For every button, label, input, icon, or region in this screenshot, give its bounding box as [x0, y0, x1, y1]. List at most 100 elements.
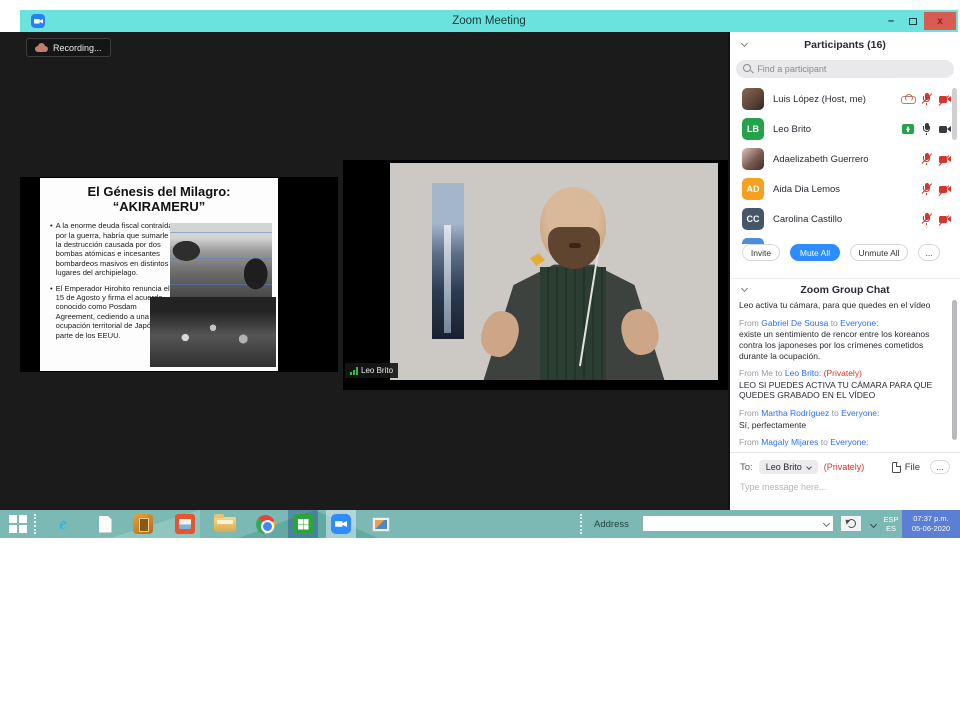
internet-explorer-icon: e [59, 514, 67, 534]
bullet-marker: • [50, 284, 53, 340]
chat-more-button[interactable]: ... [930, 460, 950, 474]
screen: Zoom Meeting – x Recording... El Génesis… [0, 0, 960, 720]
chat-message-list[interactable]: Leo activa tu cámara, para que quedes en… [739, 300, 944, 448]
chat-composer: To: Leo Brito (Privately) File ... Type … [730, 452, 960, 510]
chrome-button[interactable] [250, 510, 280, 538]
message-body: Sí, perfectamente [739, 420, 944, 431]
meeting-stage: Recording... El Génesis del Milagro: “AK… [0, 32, 728, 510]
chevron-down-icon [869, 520, 876, 527]
sender-name: Magaly Mijares [761, 437, 818, 447]
recipient-selector[interactable]: Leo Brito [759, 460, 818, 474]
from-word: From [739, 408, 759, 418]
bullet-marker: • [50, 221, 53, 277]
message-body: existe un sentimiento de rencor entre lo… [739, 329, 944, 361]
from-word: From [739, 318, 759, 328]
speaker-shirt [540, 267, 606, 380]
participants-actions: Invite Mute All Unmute All ... [730, 244, 960, 264]
video-off-icon [939, 185, 951, 194]
participant-status-icons [902, 123, 951, 135]
address-go-button[interactable] [840, 515, 862, 532]
unmute-all-button[interactable]: Unmute All [850, 244, 908, 261]
message-meta: From Gabriel De Sousa to Everyone: [739, 318, 944, 329]
mic-muted-icon [922, 183, 931, 195]
presentation-slide: El Génesis del Milagro: “AKIRAMERU” • A … [40, 178, 278, 371]
participants-more-button[interactable]: ... [918, 244, 940, 261]
participant-row[interactable]: Luis López (Host, me) [730, 84, 960, 114]
participant-row[interactable]: LB Leo Brito [730, 114, 960, 144]
internet-explorer-button[interactable]: e [48, 510, 78, 538]
windows-store-button[interactable] [288, 510, 318, 538]
search-input[interactable] [757, 64, 947, 74]
address-toolbar-grip[interactable] [580, 514, 588, 534]
slide-title-line2: “AKIRAMERU” [40, 200, 278, 215]
address-input[interactable] [643, 519, 833, 534]
empire-state-poster [432, 183, 464, 339]
message-meta: From Me to Leo Brito: (Privately) [739, 368, 944, 379]
message-input[interactable]: Type message here... [730, 474, 960, 492]
office-app-button[interactable] [128, 510, 158, 538]
start-button[interactable] [4, 510, 32, 538]
participant-search[interactable] [736, 60, 954, 78]
participant-row[interactable]: Adaelizabeth Guerrero [730, 144, 960, 174]
address-bar[interactable] [642, 515, 834, 532]
folder-icon [214, 517, 236, 532]
minimize-button[interactable]: – [880, 15, 902, 27]
screen-share-icon [902, 124, 914, 134]
mic-muted-icon [922, 153, 931, 165]
message-meta: From Martha Rodríguez to Everyone: [739, 408, 944, 419]
taskbar-clock[interactable]: 07:37 p.m. 05-06-2020 [902, 510, 960, 538]
photos-icon [372, 517, 390, 532]
chat-title: Zoom Group Chat [730, 284, 960, 296]
maximize-button[interactable] [902, 18, 924, 25]
message-meta: From Magaly Mijares to Everyone: [739, 437, 944, 448]
toolbar-overflow-button[interactable] [868, 510, 878, 538]
maximize-icon [909, 18, 917, 25]
chat-scrollbar[interactable] [952, 300, 957, 440]
taskbar-grip[interactable] [34, 514, 42, 534]
speaker-beard [548, 227, 600, 269]
recipient-name: Leo Brito: [785, 368, 821, 378]
participant-status-icons [922, 153, 951, 165]
notepad-button[interactable] [90, 510, 120, 538]
file-button[interactable]: File [892, 462, 920, 473]
slide-photo-kneeling-crowd [150, 297, 276, 367]
language-code-short: ES [886, 524, 896, 533]
close-button[interactable]: x [924, 12, 956, 30]
participants-scrollbar[interactable] [952, 88, 957, 140]
participant-name: Aida Dia Lemos [773, 184, 922, 195]
presentation-app-button[interactable] [170, 510, 200, 538]
speaker-video [390, 163, 718, 380]
sender-name: Martha Rodríguez [761, 408, 829, 418]
audio-level-icon [350, 367, 358, 375]
chrome-icon [256, 515, 275, 534]
recipient-name: Everyone: [830, 437, 868, 447]
clipboard-app-icon [133, 514, 153, 534]
language-indicator[interactable]: ESP ES [880, 510, 902, 538]
participant-row-partial[interactable] [730, 234, 960, 244]
recipient-selected: Leo Brito [766, 462, 802, 472]
recording-indicator[interactable]: Recording... [26, 38, 111, 57]
avatar: LB [742, 118, 764, 140]
zoom-taskbar-button[interactable] [326, 510, 356, 538]
mute-all-button[interactable]: Mute All [790, 244, 840, 261]
chat-message: From Magaly Mijares to Everyone: Sí, esc… [739, 437, 944, 448]
avatar [742, 148, 764, 170]
privately-label: (Privately) [824, 462, 865, 472]
slide-body: • A la enorme deuda fiscal contraída por… [50, 221, 272, 367]
to-word: to [832, 408, 839, 418]
window-titlebar: Zoom Meeting – x [20, 10, 958, 32]
photos-app-button[interactable] [366, 510, 396, 538]
privately-tag: (Privately) [824, 368, 862, 378]
speaker-video-tile: Leo Brito [343, 160, 728, 390]
participant-status-icons [922, 183, 951, 195]
chat-to-row: To: Leo Brito (Privately) File ... [730, 453, 960, 474]
chat-message: Leo activa tu cámara, para que quedes en… [739, 300, 944, 311]
file-explorer-button[interactable] [210, 510, 240, 538]
address-label: Address [594, 510, 629, 538]
document-icon [99, 516, 112, 533]
recipient-name: Everyone: [841, 408, 879, 418]
participant-row[interactable]: CC Carolina Castillo [730, 204, 960, 234]
chat-message: From Me to Leo Brito: (Privately) LEO SI… [739, 368, 944, 401]
participant-row[interactable]: AD Aida Dia Lemos [730, 174, 960, 204]
invite-button[interactable]: Invite [742, 244, 780, 261]
